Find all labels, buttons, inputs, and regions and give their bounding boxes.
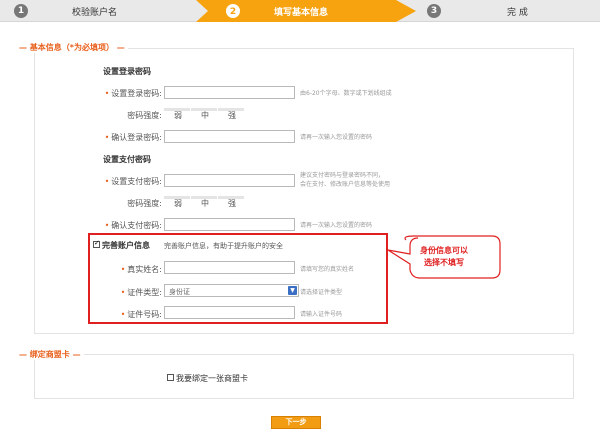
pay-password-hint-2: 会在支付、修改账户信息等处使用 [300, 181, 391, 188]
pay-password-input[interactable] [164, 174, 295, 187]
basic-info-legend: — 基本信息（*为必填项） — [16, 42, 128, 53]
confirm-login-password-label: • 确认登录密码: [104, 133, 162, 142]
confirm-pay-password-input[interactable] [164, 218, 295, 231]
pay-password-label: • 设置支付密码: [104, 177, 162, 186]
id-type-value: 身份证 [169, 288, 190, 296]
login-password-label: • 设置登录密码: [104, 89, 162, 98]
real-name-input[interactable] [164, 261, 295, 274]
pay-strength-medium: 中 [201, 199, 209, 208]
chevron-down-icon[interactable]: ▼ [288, 286, 297, 295]
step-2-label: 填写基本信息 [274, 8, 329, 18]
id-number-input[interactable] [164, 306, 295, 319]
step-3-label: 完 成 [507, 8, 528, 18]
id-number-hint: 请输入证件号码 [300, 311, 343, 318]
next-step-button[interactable]: 下一步 [271, 416, 321, 429]
account-info-checkbox-label[interactable]: 完善账户信息 [102, 240, 150, 251]
login-password-section-title: 设置登录密码 [103, 67, 151, 76]
id-type-select[interactable]: 身份证 ▼ [164, 284, 299, 297]
step-1-number: 1 [14, 4, 28, 18]
strength-weak: 弱 [174, 111, 182, 120]
strength-strong: 强 [228, 111, 236, 120]
login-strength-bars [164, 104, 245, 111]
confirm-pay-password-label: • 确认支付密码: [104, 221, 162, 230]
bind-card-fieldset [34, 354, 574, 399]
bind-card-legend: — 绑定商盟卡 — [16, 349, 84, 360]
bind-card-checkbox[interactable] [167, 374, 174, 381]
login-strength-label: 密码强度: [127, 111, 162, 120]
step-3-number: 3 [427, 4, 441, 18]
login-password-hint: 由6-20个字母、数字或下划线组成 [300, 90, 392, 97]
id-type-hint: 请选择证件类型 [300, 289, 343, 296]
login-password-input[interactable] [164, 86, 295, 99]
pay-strength-bars [164, 192, 245, 199]
pay-strength-strong: 强 [228, 199, 236, 208]
confirm-login-password-input[interactable] [164, 130, 295, 143]
pay-password-hint-1: 建议支付密码与登录密码不同， [300, 172, 385, 179]
confirm-pay-password-hint: 请再一次输入您设置的密码 [300, 222, 373, 229]
pay-strength-weak: 弱 [174, 199, 182, 208]
step-2-number: 2 [226, 4, 240, 18]
id-type-label: • 证件类型: [120, 288, 162, 297]
id-number-label: • 证件号码: [120, 310, 162, 319]
confirm-login-password-hint: 请再一次输入您设置的密码 [300, 134, 373, 141]
annotation-text-line-2: 选择不填写 [424, 258, 464, 267]
account-info-checkbox[interactable] [93, 239, 100, 248]
account-info-desc: 完善账户信息，有助于提升账户的安全 [164, 242, 283, 250]
real-name-hint: 请填写您的真实姓名 [300, 266, 355, 273]
real-name-label: • 真实姓名: [120, 265, 162, 274]
step-1-label: 校验账户名 [72, 8, 118, 18]
bind-card-checkbox-label[interactable]: 我要绑定一张商盟卡 [176, 373, 248, 384]
strength-medium: 中 [201, 111, 209, 120]
pay-password-section-title: 设置支付密码 [103, 155, 151, 164]
step-progress-bar: 1 校验账户名 2 填写基本信息 3 完 成 [0, 0, 600, 22]
pay-strength-label: 密码强度: [127, 199, 162, 208]
annotation-text-line-1: 身份信息可以 [420, 246, 468, 255]
